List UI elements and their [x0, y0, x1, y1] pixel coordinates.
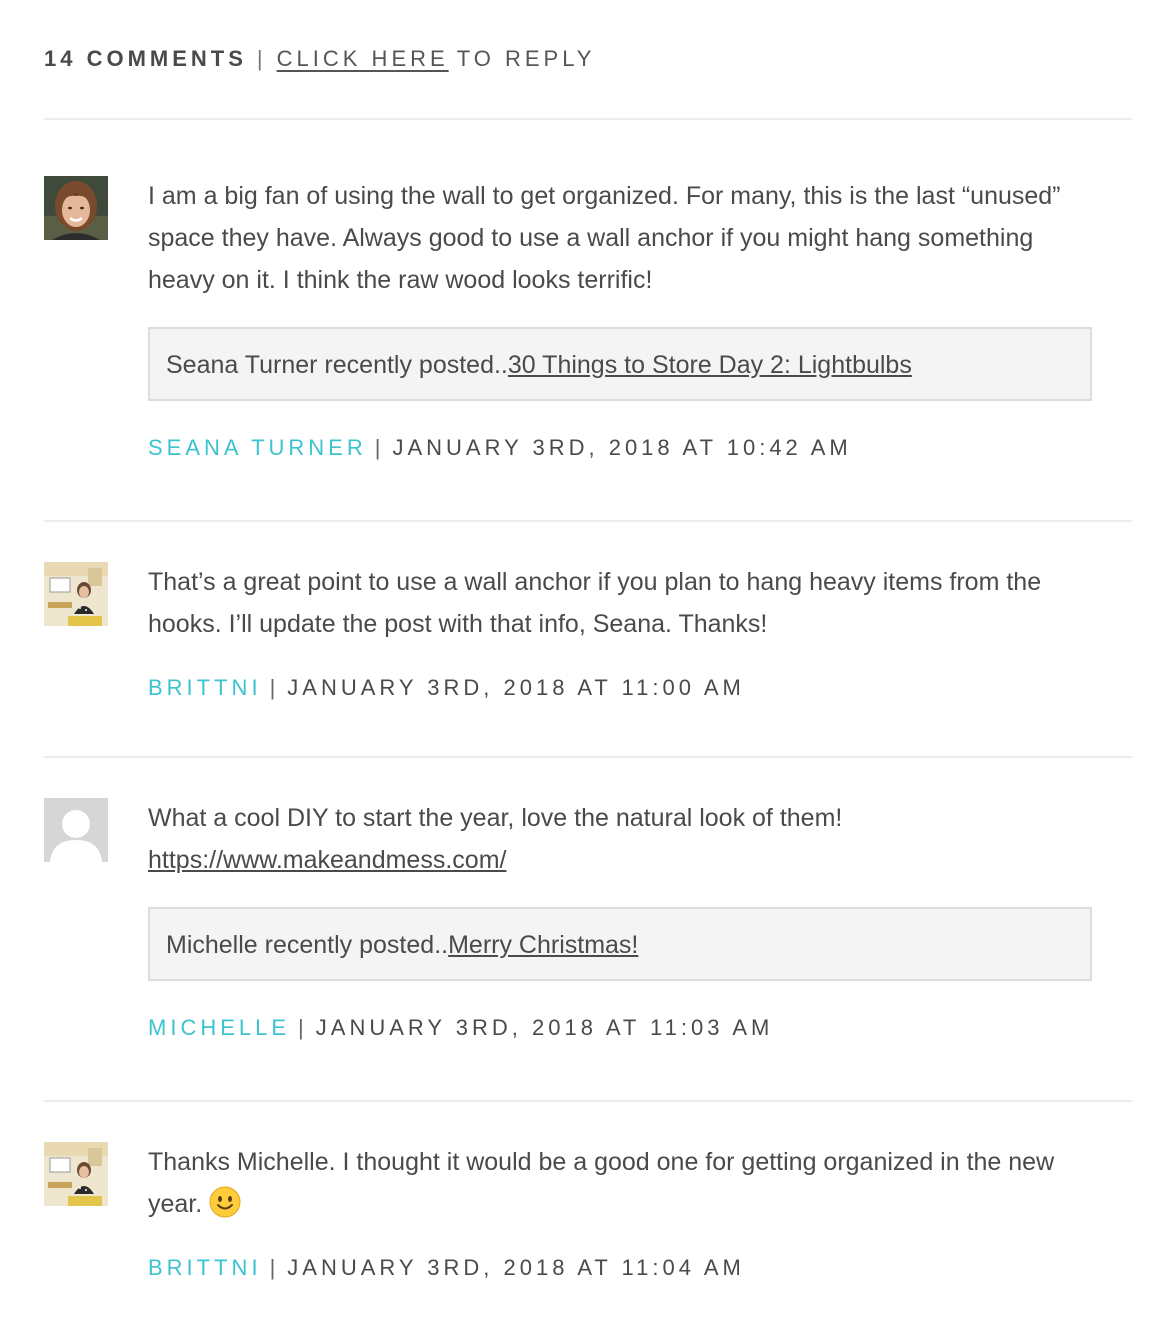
recently-posted-label: Michelle recently posted.. — [166, 931, 449, 959]
meta-separator: | — [298, 1015, 308, 1040]
divider — [44, 118, 1132, 120]
recently-posted-link[interactable]: 30 Things to Store Day 2: Lightbulbs — [508, 351, 912, 379]
meta-separator: | — [269, 675, 280, 700]
divider — [44, 520, 1132, 522]
recently-posted-label: Seana Turner recently posted.. — [166, 351, 508, 379]
photo-brittni-icon — [44, 1142, 108, 1206]
comment-body: That’s a great point to use a wall ancho… — [148, 562, 1092, 701]
comment-url-link[interactable]: https://www.makeandmess.com/ — [148, 846, 506, 874]
comment-author[interactable]: BRITTNI — [148, 1255, 262, 1280]
comment-author[interactable]: SEANA TURNER — [148, 435, 367, 460]
photo-woman-icon — [44, 176, 108, 240]
comment-date[interactable]: JANUARY 3RD, 2018 AT 11:04 AM — [287, 1255, 745, 1280]
comment-text-line: What a cool DIY to start the year, love … — [148, 804, 843, 832]
comment-text: I am a big fan of using the wall to get … — [148, 182, 1061, 294]
photo-brittni-icon — [44, 562, 108, 626]
comment-body: I am a big fan of using the wall to get … — [148, 176, 1092, 461]
comment-text: That’s a great point to use a wall ancho… — [148, 568, 1042, 638]
comment-text: Thanks Michelle. I thought it would be a… — [148, 1141, 1092, 1225]
comment-author[interactable]: MICHELLE — [148, 1015, 290, 1040]
meta-separator: | — [269, 1255, 280, 1280]
comment-text-line: Thanks Michelle. I thought it would be a… — [148, 1148, 1055, 1218]
recently-posted-box: Seana Turner recently posted..30 Things … — [148, 327, 1092, 401]
comment-date[interactable]: JANUARY 3RD, 2018 AT 10:42 AM — [392, 435, 851, 460]
comment-date[interactable]: JANUARY 3RD, 2018 AT 11:03 AM — [316, 1015, 774, 1040]
default-user-icon — [44, 798, 108, 862]
comments-count: 14 COMMENTS — [44, 46, 247, 71]
smile-emoji-icon — [209, 1186, 241, 1218]
reply-link[interactable]: CLICK HERE — [277, 46, 449, 71]
comment-meta: BRITTNI | JANUARY 3RD, 2018 AT 11:00 AM — [148, 675, 1092, 701]
comments-section: 14 COMMENTS | CLICK HERE TO REPLY I am a bi… — [0, 0, 1166, 1324]
header-separator: | — [256, 46, 267, 71]
comment-body: What a cool DIY to start the year, love … — [148, 798, 1092, 1041]
comment-date[interactable]: JANUARY 3RD, 2018 AT 11:00 AM — [287, 675, 745, 700]
divider — [44, 1100, 1132, 1102]
comment-text: What a cool DIY to start the year, love … — [148, 797, 1092, 881]
meta-separator: | — [374, 435, 385, 460]
recently-posted-link[interactable]: Merry Christmas! — [448, 931, 638, 959]
reply-tail-text: TO REPLY — [456, 46, 596, 71]
comment-body: Thanks Michelle. I thought it would be a… — [148, 1142, 1092, 1281]
comment-meta: BRITTNI | JANUARY 3RD, 2018 AT 11:04 AM — [148, 1255, 1092, 1281]
comment-author[interactable]: BRITTNI — [148, 675, 262, 700]
comments-header: 14 COMMENTS | CLICK HERE TO REPLY — [44, 46, 595, 72]
divider — [44, 756, 1132, 758]
recently-posted-box: Michelle recently posted..Merry Christma… — [148, 907, 1092, 981]
comment-meta: SEANA TURNER | JANUARY 3RD, 2018 AT 10:42 … — [148, 435, 1092, 461]
comment-meta: MICHELLE | JANUARY 3RD, 2018 AT 11:03 AM — [148, 1015, 1092, 1041]
